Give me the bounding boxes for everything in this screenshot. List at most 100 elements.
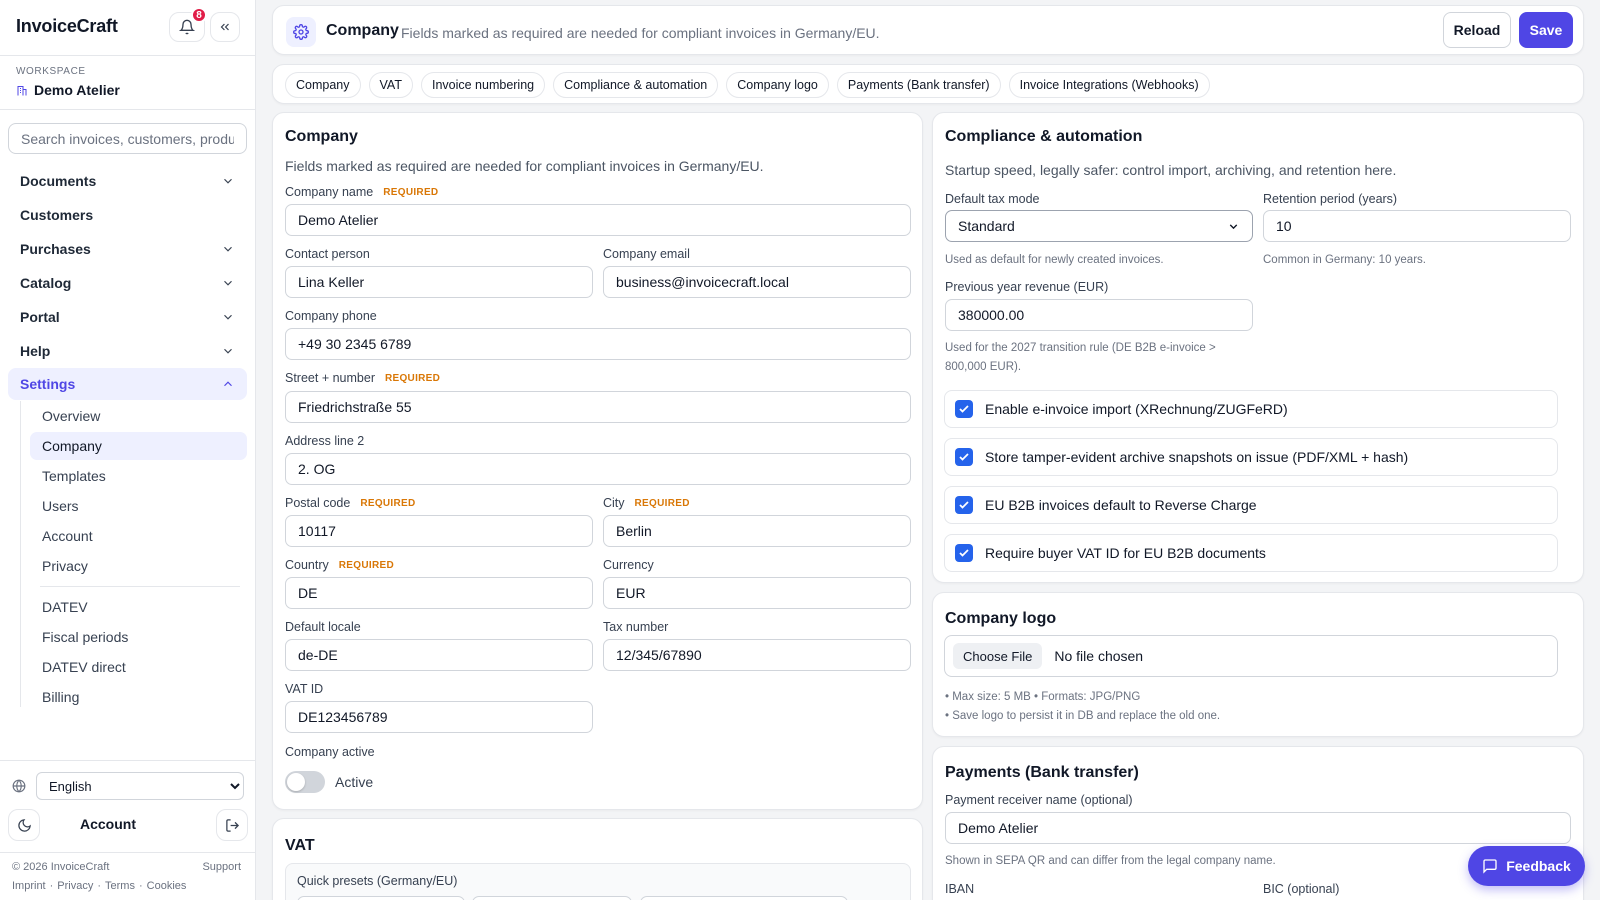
country-input[interactable]: DE	[285, 577, 593, 609]
bell-icon	[179, 19, 195, 35]
feedback-button[interactable]: Feedback	[1468, 846, 1585, 886]
settings-account[interactable]: Account	[30, 522, 247, 550]
vat-preset-button[interactable]	[640, 896, 848, 900]
settings-company[interactable]: Company	[30, 432, 247, 460]
nav-settings[interactable]: Settings	[8, 368, 247, 400]
nav-portal[interactable]: Portal	[8, 301, 247, 333]
contact-person-input[interactable]: Lina Keller	[285, 266, 593, 298]
required-tag: REQUIRED	[383, 186, 439, 198]
reload-button[interactable]: Reload	[1443, 12, 1511, 48]
tab-integrations[interactable]: Invoice Integrations (Webhooks)	[1008, 72, 1210, 98]
retention-input[interactable]: 10	[1263, 210, 1571, 242]
company-email-label: Company email	[603, 247, 690, 261]
require-vat-id-option[interactable]: Require buyer VAT ID for EU B2B document…	[944, 534, 1558, 572]
tab-compliance[interactable]: Compliance & automation	[553, 72, 719, 98]
feedback-label: Feedback	[1506, 858, 1571, 874]
tab-company[interactable]: Company	[285, 72, 361, 98]
company-phone-input[interactable]: +49 30 2345 6789	[285, 328, 911, 360]
nav-label: Customers	[20, 207, 94, 223]
tab-company-logo[interactable]: Company logo	[726, 72, 829, 98]
settings-overview[interactable]: Overview	[30, 402, 247, 430]
settings-billing[interactable]: Billing	[30, 683, 247, 711]
page-description: Fields marked as required are needed for…	[401, 25, 880, 41]
chevron-down-icon	[224, 178, 232, 184]
tab-payments[interactable]: Payments (Bank transfer)	[836, 72, 1001, 98]
postal-code-input[interactable]: 10117	[285, 515, 593, 547]
tab-vat[interactable]: VAT	[368, 72, 413, 98]
workspace-switcher[interactable]: Demo Atelier	[16, 82, 120, 98]
settings-badge	[286, 17, 316, 47]
copyright: © 2026 InvoiceCraft	[12, 861, 110, 873]
einvoice-import-option[interactable]: Enable e-invoice import (XRechnung/ZUGFe…	[944, 390, 1558, 428]
reverse-charge-option[interactable]: EU B2B invoices default to Reverse Charg…	[944, 486, 1558, 524]
terms-link[interactable]: Terms	[105, 880, 135, 892]
street-label: Street + number REQUIRED	[285, 371, 441, 385]
section-tabs: Company VAT Invoice numbering Compliance…	[272, 64, 1584, 104]
settings-users[interactable]: Users	[30, 492, 247, 520]
settings-datev[interactable]: DATEV	[30, 593, 247, 621]
tax-number-input[interactable]: 12/345/67890	[603, 639, 911, 671]
chevron-up-icon	[224, 381, 232, 387]
nav-help[interactable]: Help	[8, 335, 247, 367]
archive-snapshots-option[interactable]: Store tamper-evident archive snapshots o…	[944, 438, 1558, 476]
logout-icon	[225, 818, 239, 832]
nav-catalog[interactable]: Catalog	[8, 267, 247, 299]
receiver-name-label: Payment receiver name (optional)	[945, 793, 1133, 807]
search-input[interactable]	[8, 123, 247, 154]
checkbox-checked[interactable]	[955, 544, 973, 562]
nav-label: Settings	[20, 376, 76, 392]
street-input[interactable]: Friedrichstraße 55	[285, 391, 911, 423]
collapse-sidebar-button[interactable]	[210, 12, 240, 42]
privacy-link[interactable]: Privacy	[57, 880, 93, 892]
logo-card: Company logo Choose File No file chosen …	[932, 592, 1584, 737]
logo-file-input[interactable]: Choose File No file chosen	[944, 635, 1558, 677]
vat-preset-button[interactable]	[297, 896, 465, 900]
settings-privacy[interactable]: Privacy	[30, 552, 247, 580]
company-active-toggle[interactable]	[285, 771, 325, 793]
page-title: Company	[326, 22, 399, 39]
default-locale-input[interactable]: de-DE	[285, 639, 593, 671]
save-button[interactable]: Save	[1519, 12, 1573, 48]
choose-file-button[interactable]: Choose File	[953, 643, 1043, 669]
settings-fiscal-periods[interactable]: Fiscal periods	[30, 623, 247, 651]
company-email-input[interactable]: business@invoicecraft.local	[603, 266, 911, 298]
tax-mode-select[interactable]: Standard	[945, 210, 1253, 242]
prev-revenue-input[interactable]: 380000.00	[945, 299, 1253, 331]
support-link[interactable]: Support	[202, 861, 241, 873]
notifications-button[interactable]: 8	[169, 7, 207, 42]
address2-input[interactable]: 2. OG	[285, 453, 911, 485]
notification-count-badge: 8	[191, 7, 207, 23]
receiver-name-input[interactable]: Demo Atelier	[945, 812, 1571, 844]
logout-button[interactable]	[216, 809, 248, 841]
logo-section-title: Company logo	[945, 610, 1057, 627]
checkbox-checked[interactable]	[955, 400, 973, 418]
imprint-link[interactable]: Imprint	[12, 880, 46, 892]
company-name-input[interactable]: Demo Atelier	[285, 204, 911, 236]
nav-customers[interactable]: Customers	[8, 199, 247, 231]
vat-preset-button[interactable]	[472, 896, 632, 900]
check-icon	[959, 405, 969, 413]
language-select[interactable]: English	[36, 772, 244, 800]
nav-purchases[interactable]: Purchases	[8, 233, 247, 265]
account-link[interactable]: Account	[80, 816, 136, 832]
option-label: Enable e-invoice import (XRechnung/ZUGFe…	[985, 401, 1288, 417]
company-section-title: Company	[285, 128, 358, 145]
settings-datev-direct[interactable]: DATEV direct	[30, 653, 247, 681]
checkbox-checked[interactable]	[955, 448, 973, 466]
compliance-card: Compliance & automation Startup speed, l…	[932, 112, 1584, 583]
city-input[interactable]: Berlin	[603, 515, 911, 547]
check-icon	[959, 549, 969, 557]
currency-input[interactable]: EUR	[603, 577, 911, 609]
tab-invoice-numbering[interactable]: Invoice numbering	[420, 72, 546, 98]
nav-documents[interactable]: Documents	[8, 165, 247, 197]
settings-templates[interactable]: Templates	[30, 462, 247, 490]
footer-links: Imprint · Privacy · Terms · Cookies	[12, 880, 187, 892]
postal-code-label: Postal code REQUIRED	[285, 496, 416, 510]
vat-id-input[interactable]: DE123456789	[285, 701, 593, 733]
checkbox-checked[interactable]	[955, 496, 973, 514]
vat-presets-box: Quick presets (Germany/EU)	[285, 863, 911, 900]
cookies-link[interactable]: Cookies	[147, 880, 187, 892]
prev-revenue-label: Previous year revenue (EUR)	[945, 280, 1109, 294]
theme-toggle-button[interactable]	[8, 809, 40, 841]
option-label: EU B2B invoices default to Reverse Charg…	[985, 497, 1257, 513]
